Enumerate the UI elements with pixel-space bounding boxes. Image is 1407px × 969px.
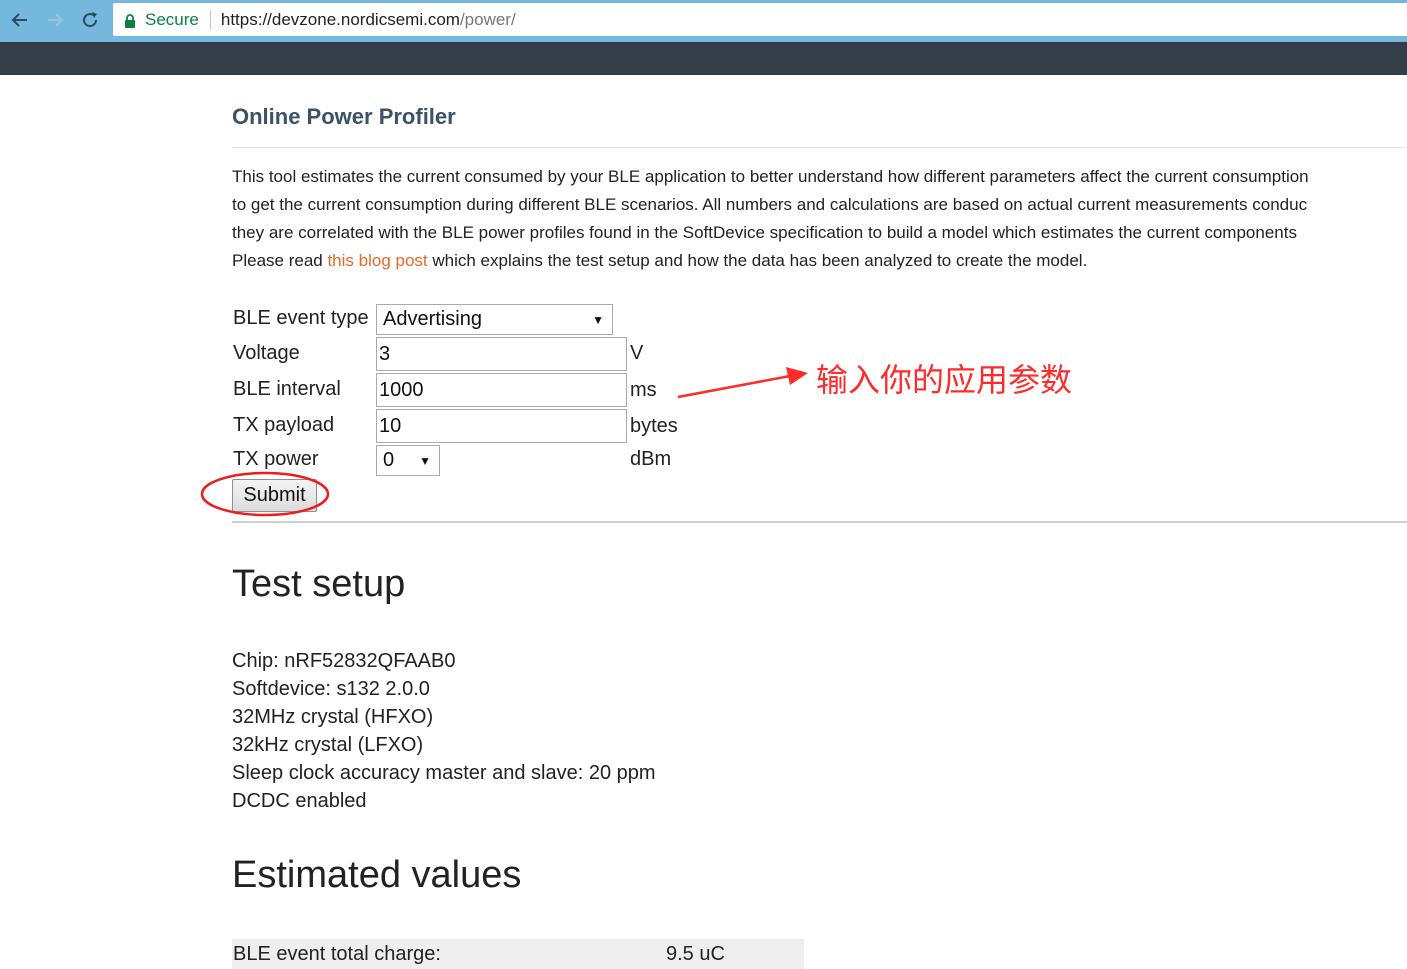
secure-label: Secure [145,9,199,29]
intro-line: to get the current consumption during di… [232,195,1308,214]
url-host: https://devzone.nordicsemi.com [220,9,460,29]
blog-post-link[interactable]: this blog post [327,251,427,270]
annotation-label: 输入你的应用参数 [816,361,1073,399]
title-divider [232,147,1407,148]
payload-unit: bytes [630,415,678,437]
reload-button[interactable] [76,6,104,34]
table-row: BLE event total charge: 9.5 uC [232,939,804,969]
tx-power-value: 0 [383,449,395,471]
intro-line: This tool estimates the current consumed… [232,167,1309,186]
forward-button[interactable] [41,6,69,34]
tx-power-select[interactable]: 0 ▼ [376,445,440,476]
voltage-unit: V [630,342,644,364]
page-title: Online Power Profiler [232,104,456,129]
list-item: Sleep clock accuracy master and slave: 2… [232,762,656,784]
event-type-label: BLE event type [233,307,369,329]
intro-line: they are correlated with the BLE power p… [232,223,1297,242]
tx-power-unit: dBm [630,448,672,470]
intro-prefix: Please read [232,251,328,270]
list-item: Softdevice: s132 2.0.0 [232,678,430,700]
address-bar[interactable]: Secure https://devzone.nordicsemi.com/po… [113,3,1407,36]
dropdown-caret-icon: ▼ [419,453,431,468]
estimate-label: BLE event total charge: [233,943,441,965]
lock-icon [124,13,136,28]
dropdown-caret-icon: ▼ [592,312,604,327]
test-setup-heading: Test setup [232,563,406,605]
url-path: /power/ [459,9,516,29]
intro-suffix: which explains the test setup and how th… [427,251,1088,270]
intro-paragraph: This tool estimates the current consumed… [232,163,1407,275]
list-item: 32kHz crystal (LFXO) [232,734,424,756]
payload-value: 10 [379,414,402,437]
interval-value: 1000 [379,378,424,401]
omnibox-divider [209,9,211,30]
annotation-overlay [200,367,808,517]
voltage-value: 3 [379,342,391,365]
voltage-label: Voltage [233,342,300,364]
list-item: DCDC enabled [232,790,367,812]
annotation-arrow-icon [677,367,808,399]
interval-label: BLE interval [233,378,341,400]
form-divider [232,521,1407,523]
list-item: Chip: nRF52832QFAAB0 [232,650,456,672]
back-arrow-icon [11,13,27,27]
test-setup-list: Chip: nRF52832QFAAB0 Softdevice: s132 2.… [232,647,656,815]
reload-icon [83,12,98,28]
forward-arrow-icon [48,13,64,27]
estimated-values-heading: Estimated values [232,854,522,896]
list-item: 32MHz crystal (HFXO) [232,706,434,728]
tx-power-label: TX power [233,448,319,470]
interval-unit: ms [630,379,657,401]
intro-line: Please read this blog post which explain… [232,247,1407,275]
voltage-input[interactable]: 3 [376,337,627,371]
browser-toolbar: Secure https://devzone.nordicsemi.com/po… [0,0,1407,42]
event-type-select[interactable]: Advertising ▼ [376,304,613,335]
back-button[interactable] [6,6,34,34]
submit-button[interactable]: Submit [232,479,317,512]
payload-label: TX payload [233,414,335,436]
site-navigation-bar [0,42,1407,75]
estimate-value: 9.5 uC [666,943,725,965]
event-type-value: Advertising [383,308,482,330]
interval-input[interactable]: 1000 [376,373,627,407]
payload-input[interactable]: 10 [376,409,627,443]
